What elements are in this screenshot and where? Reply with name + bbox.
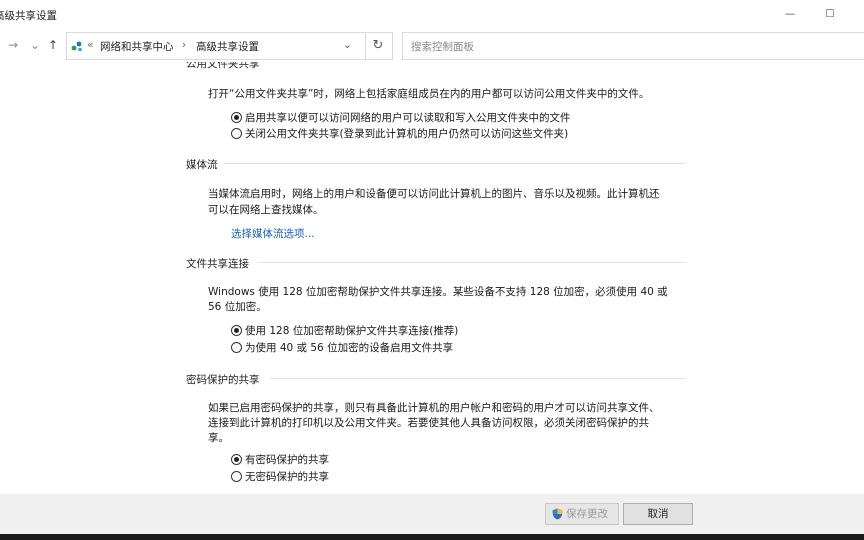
radio-40-56-bit[interactable] (231, 342, 242, 353)
password-description-line3: 享。 (208, 432, 229, 444)
window-title: 高级共享设置 (0, 10, 57, 22)
cancel-label: 取消 (647, 508, 669, 520)
radio-public-folder-off[interactable] (231, 128, 242, 139)
breadcrumb-advanced-sharing[interactable]: 高级共享设置 (196, 39, 259, 54)
option-40-56-bit[interactable]: 为使用 40 或 56 位加密的设备启用文件共享 (245, 340, 453, 355)
section-title-media: 媒体流 (186, 159, 218, 171)
file-sharing-description-line2: 56 位加密。 (208, 301, 267, 313)
public-folder-description: 打开“公用文件夹共享”时，网络上包括家庭组成员在内的用户都可以访问公用文件夹中的… (208, 88, 650, 100)
media-description-line2: 可以在网络上查找媒体。 (208, 204, 324, 216)
radio-public-folder-on[interactable] (231, 112, 242, 123)
radio-password-on[interactable] (231, 454, 242, 465)
network-center-icon (71, 41, 82, 52)
option-password-off[interactable]: 无密码保护的共享 (245, 469, 329, 484)
section-title-public-folder: 公用文件夹共享 (186, 62, 260, 70)
title-bar: 高级共享设置 — ☐ (0, 0, 864, 30)
breadcrumb-network-center[interactable]: 网络和共享中心 (100, 39, 174, 54)
settings-content[interactable]: 公用文件夹共享 打开“公用文件夹共享”时，网络上包括家庭组成员在内的用户都可以访… (0, 62, 864, 494)
forward-icon[interactable]: → (8, 38, 18, 52)
refresh-button[interactable]: ↻ (364, 32, 393, 60)
save-changes-button[interactable]: 保存更改 (545, 503, 619, 525)
section-divider (270, 378, 686, 379)
minimize-button[interactable]: — (780, 5, 800, 23)
media-description-line1: 当媒体流启用时，网络上的用户和设备便可以访问此计算机上的图片、音乐以及视频。此计… (208, 188, 660, 200)
option-128-bit[interactable]: 使用 128 位加密帮助保护文件共享连接(推荐) (245, 323, 458, 338)
overflow-chevrons[interactable]: « (87, 39, 93, 51)
recent-locations-icon[interactable]: ⌄ (30, 38, 40, 52)
section-title-file-sharing: 文件共享连接 (186, 258, 249, 270)
uac-shield-icon (552, 508, 563, 520)
search-input[interactable]: 搜索控制面板 (411, 39, 474, 54)
refresh-icon: ↻ (372, 38, 384, 53)
cancel-button[interactable]: 取消 (623, 503, 693, 525)
section-divider (224, 163, 686, 164)
password-description-line2: 连接到此计算机的打印机以及公用文件夹。若要使其他人具备访问权限，必须关闭密码保护… (208, 417, 649, 429)
save-changes-label: 保存更改 (566, 508, 608, 520)
section-divider (258, 262, 686, 263)
option-password-on[interactable]: 有密码保护的共享 (245, 452, 329, 467)
section-title-password: 密码保护的共享 (186, 374, 260, 386)
maximize-button[interactable]: ☐ (820, 5, 840, 23)
address-bar[interactable]: « 网络和共享中心 › 高级共享设置 ⌄ (66, 32, 366, 60)
address-dropdown-icon[interactable]: ⌄ (343, 39, 352, 51)
file-sharing-description-line1: Windows 使用 128 位加密帮助保护文件共享连接。某些设备不支持 128… (208, 286, 668, 298)
option-public-folder-on[interactable]: 启用共享以便可以访问网络的用户可以读取和写入公用文件夹中的文件 (245, 110, 571, 125)
dialog-footer: 保存更改 取消 (0, 494, 864, 534)
password-description-line1: 如果已启用密码保护的共享，则只有具备此计算机的用户帐户和密码的用户才可以访问共享… (208, 402, 660, 414)
navigation-bar: → ⌄ ↑ « 网络和共享中心 › 高级共享设置 ⌄ ↻ 搜索控制面板 (0, 30, 864, 62)
radio-password-off[interactable] (231, 471, 242, 482)
media-streaming-options-link[interactable]: 选择媒体流选项... (231, 226, 315, 241)
up-icon[interactable]: ↑ (48, 38, 58, 52)
search-box[interactable]: 搜索控制面板 (402, 32, 864, 60)
breadcrumb-separator[interactable]: › (182, 39, 186, 51)
option-public-folder-off[interactable]: 关闭公用文件夹共享(登录到此计算机的用户仍然可以访问这些文件夹) (245, 126, 568, 141)
radio-128-bit[interactable] (231, 325, 242, 336)
taskbar-edge (0, 534, 864, 540)
